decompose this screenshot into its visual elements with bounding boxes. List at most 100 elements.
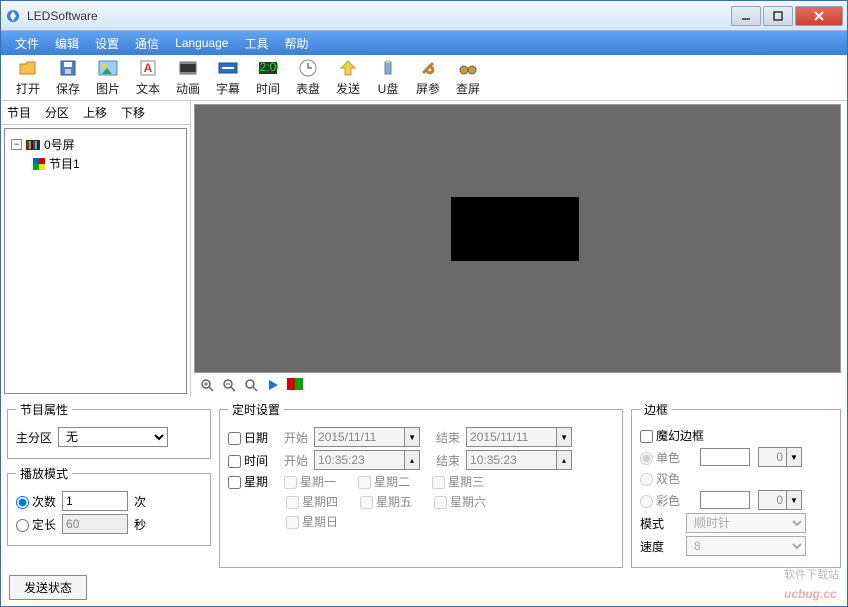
treebar-zone[interactable]: 分区 <box>45 104 69 121</box>
text-button[interactable]: A文本 <box>129 56 167 99</box>
full-color-dropdown[interactable]: ▼ <box>786 490 802 510</box>
weekday-mon[interactable]: 星期一 <box>284 473 336 490</box>
search-screen-button[interactable]: 查屏 <box>449 56 487 99</box>
play-icon[interactable] <box>265 377 281 393</box>
menu-comm[interactable]: 通信 <box>127 32 167 55</box>
send-button[interactable]: 发送 <box>329 56 367 99</box>
preview-controls <box>191 373 847 397</box>
animation-icon <box>178 58 198 78</box>
timing-legend: 定时设置 <box>228 401 284 418</box>
zoom-fit-icon[interactable] <box>243 377 259 393</box>
weekday-fri[interactable]: 星期五 <box>360 493 412 510</box>
time-end-spinner[interactable]: ▴ <box>556 450 572 470</box>
time-start-spinner[interactable]: ▴ <box>404 450 420 470</box>
border-group: 边框 魔幻边框 单色 ▼ 双色 彩色 ▼ 模式 顺时针 速度 8 <box>631 401 841 568</box>
usb-icon <box>378 58 398 78</box>
tree-toolbar: 节目 分区 上移 下移 <box>1 101 190 125</box>
weekday-tue[interactable]: 星期二 <box>358 473 410 490</box>
mode-select: 顺时针 <box>686 513 806 533</box>
animation-button[interactable]: 动画 <box>169 56 207 99</box>
collapse-icon[interactable]: − <box>11 139 22 150</box>
duration-radio-label[interactable]: 定长 <box>16 516 56 533</box>
zoom-out-icon[interactable] <box>221 377 237 393</box>
preview-display-area <box>451 197 579 261</box>
save-button[interactable]: 保存 <box>49 56 87 99</box>
time-checkbox[interactable] <box>228 455 241 468</box>
screen-settings-button[interactable]: 屏参 <box>409 56 447 99</box>
full-color-radio-label[interactable]: 彩色 <box>640 492 680 509</box>
window-title: LEDSoftware <box>27 9 729 23</box>
text-icon: A <box>138 58 158 78</box>
close-button[interactable] <box>795 6 843 26</box>
menu-tools[interactable]: 工具 <box>236 32 276 55</box>
tree-child-label: 节目1 <box>49 155 80 172</box>
image-button[interactable]: 图片 <box>89 56 127 99</box>
time-check-label[interactable]: 时间 <box>228 452 268 469</box>
single-color-box[interactable] <box>700 448 750 466</box>
full-color-box[interactable] <box>700 491 750 509</box>
treebar-program[interactable]: 节目 <box>7 104 31 121</box>
clock-button[interactable]: 表盘 <box>289 56 327 99</box>
treebar-down[interactable]: 下移 <box>121 104 145 121</box>
tree-root-label: 0号屏 <box>44 136 75 153</box>
duration-radio[interactable] <box>16 519 29 532</box>
date-end-dropdown[interactable]: ▼ <box>556 427 572 447</box>
preview-canvas[interactable] <box>194 104 841 373</box>
playmode-legend: 播放模式 <box>16 465 72 482</box>
count-radio-label[interactable]: 次数 <box>16 493 56 510</box>
main-area-select[interactable]: 无 <box>58 427 168 447</box>
mode-label: 模式 <box>640 515 680 532</box>
date-start-label: 开始 <box>284 429 308 446</box>
play-mode-group: 播放模式 次数 次 定长 秒 <box>7 465 211 546</box>
speed-select: 8 <box>686 536 806 556</box>
date-end-input <box>466 427 556 447</box>
double-color-radio-label[interactable]: 双色 <box>640 470 680 487</box>
time-button[interactable]: 12:00时间 <box>249 56 287 99</box>
menu-language[interactable]: Language <box>167 33 236 53</box>
weekday-thu[interactable]: 星期四 <box>286 493 338 510</box>
tree-child-node[interactable]: 节目1 <box>33 154 180 173</box>
maximize-button[interactable] <box>763 6 793 26</box>
menu-file[interactable]: 文件 <box>7 32 47 55</box>
week-check-label[interactable]: 星期 <box>228 473 268 490</box>
date-end-label: 结束 <box>436 429 460 446</box>
svg-text:A: A <box>144 61 153 75</box>
program-tree[interactable]: − 0号屏 节目1 <box>4 128 187 394</box>
date-checkbox[interactable] <box>228 432 241 445</box>
timing-group: 定时设置 日期 开始 ▼ 结束 ▼ 时间 开始 ▴ 结束 ▴ 星期 星期一 星期… <box>219 401 623 568</box>
toolbar: 打开 保存 图片 A文本 动画 字幕 12:00时间 表盘 发送 U盘 屏参 查… <box>1 55 847 101</box>
open-button[interactable]: 打开 <box>9 56 47 99</box>
week-checkbox[interactable] <box>228 476 241 489</box>
subtitle-button[interactable]: 字幕 <box>209 56 247 99</box>
program-icon <box>33 158 45 170</box>
send-status-button[interactable]: 发送状态 <box>9 575 87 600</box>
full-color-value <box>758 490 786 510</box>
usb-button[interactable]: U盘 <box>369 56 407 99</box>
magic-border-checkbox[interactable] <box>640 430 653 443</box>
time-start-input <box>314 450 404 470</box>
treebar-up[interactable]: 上移 <box>83 104 107 121</box>
weekday-sat[interactable]: 星期六 <box>434 493 486 510</box>
send-icon <box>338 58 358 78</box>
menu-settings[interactable]: 设置 <box>87 32 127 55</box>
minimize-button[interactable] <box>731 6 761 26</box>
clock-icon <box>298 58 318 78</box>
weekday-sun[interactable]: 星期日 <box>286 513 338 530</box>
menu-help[interactable]: 帮助 <box>276 32 316 55</box>
date-start-dropdown[interactable]: ▼ <box>404 427 420 447</box>
weekday-wed[interactable]: 星期三 <box>432 473 484 490</box>
wrench-icon <box>418 58 438 78</box>
magic-border-check[interactable]: 魔幻边框 <box>640 427 704 444</box>
tree-panel: 节目 分区 上移 下移 − 0号屏 节目1 <box>1 101 191 397</box>
count-radio[interactable] <box>16 496 29 509</box>
menu-edit[interactable]: 编辑 <box>47 32 87 55</box>
single-color-dropdown[interactable]: ▼ <box>786 447 802 467</box>
screen-icon <box>26 140 40 150</box>
zoom-in-icon[interactable] <box>199 377 215 393</box>
tree-root-node[interactable]: − 0号屏 <box>11 135 180 154</box>
single-color-radio-label[interactable]: 单色 <box>640 449 680 466</box>
props-legend: 节目属性 <box>16 401 72 418</box>
count-input[interactable] <box>62 491 128 511</box>
double-color-radio <box>640 473 653 486</box>
date-check-label[interactable]: 日期 <box>228 429 268 446</box>
